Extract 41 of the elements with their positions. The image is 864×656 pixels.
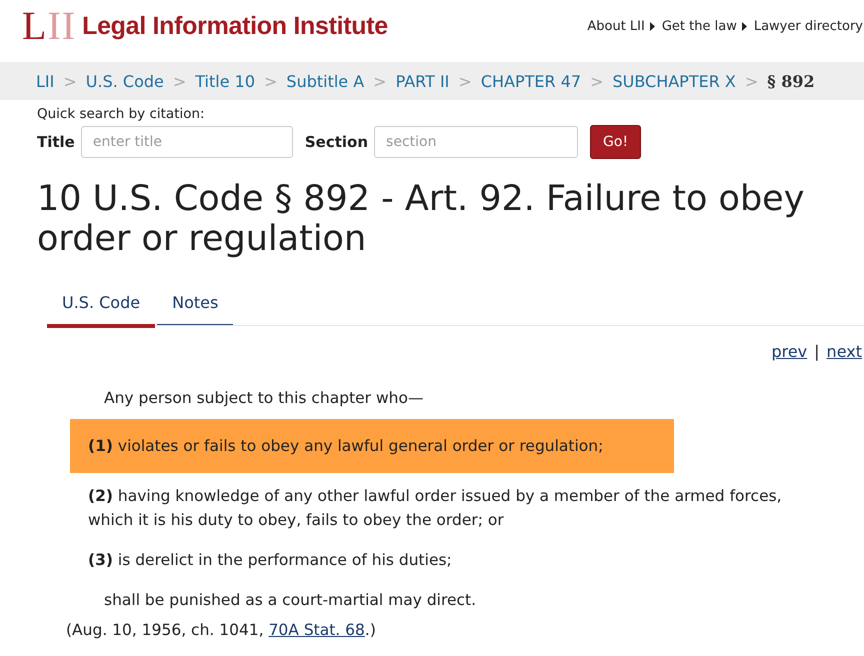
breadcrumb-separator: > xyxy=(63,72,77,90)
title-field[interactable]: enter title xyxy=(80,126,293,158)
paragraph: (3) is derelict in the performance of his duties; xyxy=(87,550,453,571)
paragraph: (2) having knowledge of any other lawful order issued by a member of the armed forces, which it is his duty to obey, fails to obey the order; or xyxy=(87,486,783,531)
section-field[interactable]: section xyxy=(374,126,578,158)
citation-link[interactable]: 70A Stat. 68 xyxy=(268,621,365,639)
prev-link[interactable]: prev xyxy=(771,342,808,361)
section-label: Section xyxy=(304,133,368,151)
tab[interactable]: U.S. Code xyxy=(47,283,156,328)
breadcrumb-separator: > xyxy=(458,72,472,90)
breadcrumb-current[interactable]: § 892 xyxy=(767,72,815,90)
breadcrumb-separator: > xyxy=(373,72,387,90)
logo-mark[interactable]: LII xyxy=(22,6,76,46)
breadcrumb-link[interactable]: LII xyxy=(36,72,54,90)
breadcrumb-link[interactable]: PART II xyxy=(396,72,450,90)
breadcrumb-link[interactable]: CHAPTER 47 xyxy=(480,72,582,90)
caret-icon xyxy=(650,22,655,30)
breadcrumb-link[interactable]: Subtitle A xyxy=(286,72,364,90)
nav-link[interactable]: Lawyer directory xyxy=(754,18,863,34)
go-button[interactable]: Go! xyxy=(590,125,642,159)
next-link[interactable]: next xyxy=(826,342,862,361)
nav-link[interactable]: About LII xyxy=(587,18,645,34)
logo-text[interactable]: Legal Information Institute xyxy=(82,12,388,40)
nav-link[interactable]: Get the law xyxy=(662,18,737,34)
breadcrumb-separator: > xyxy=(264,72,278,90)
tab[interactable]: Notes xyxy=(157,283,234,325)
title-label: Title xyxy=(37,133,75,151)
page-heading: 10 U.S. Code § 892 - Art. 92. Failure to obey order or regulation xyxy=(37,179,806,259)
breadcrumb-link[interactable]: SUBCHAPTER X xyxy=(612,72,736,90)
breadcrumb-separator: > xyxy=(172,72,186,90)
breadcrumb-separator: > xyxy=(590,72,604,90)
highlighted-paragraph: (1) violates or fails to obey any lawful general order or regulation; xyxy=(70,419,674,473)
caret-icon xyxy=(742,22,747,30)
intro-text: Any person subject to this chapter who— xyxy=(104,388,424,409)
pager-separator: | xyxy=(814,342,820,361)
closing-text: shall be punished as a court-martial may direct. xyxy=(104,590,478,611)
breadcrumb-separator: > xyxy=(744,72,758,90)
breadcrumb-link[interactable]: Title 10 xyxy=(195,72,255,90)
citation-text: (Aug. 10, 1956, ch. 1041, 70A Stat. 68.) xyxy=(66,620,377,641)
breadcrumb-link[interactable]: U.S. Code xyxy=(86,72,164,90)
quick-search-caption: Quick search by citation: xyxy=(37,106,206,122)
